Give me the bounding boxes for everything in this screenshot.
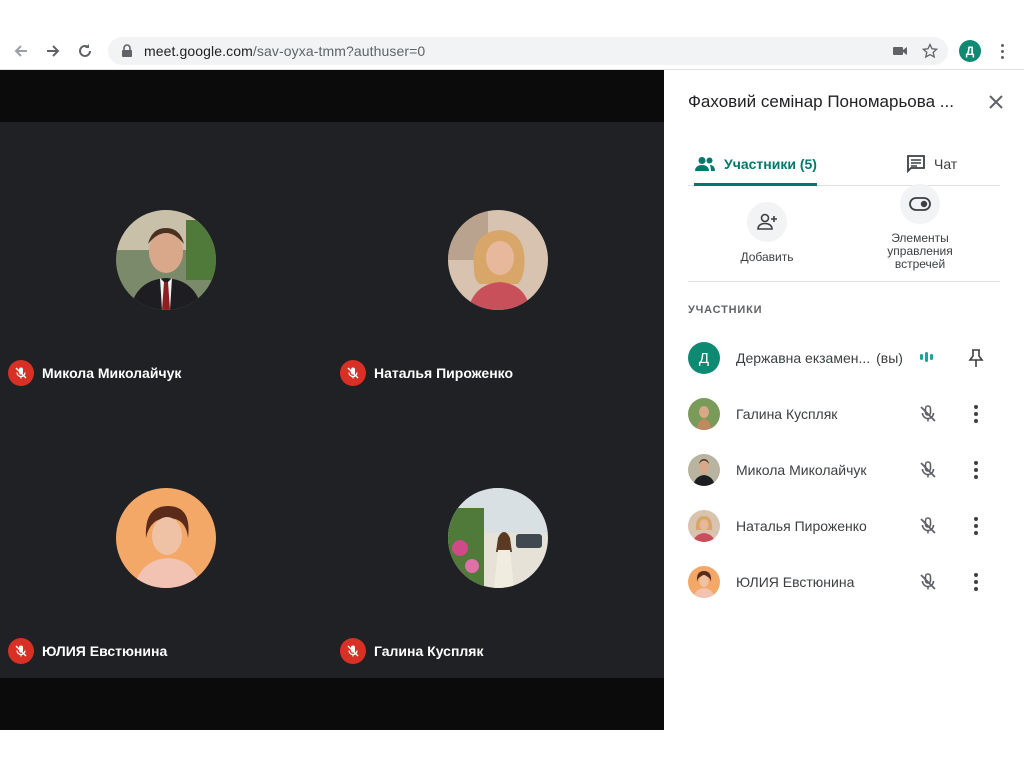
avatar [688,398,720,430]
browser-menu-icon[interactable] [996,40,1008,62]
participant-photo [116,488,216,588]
participant-name: Микола Миколайчук [42,365,182,381]
camera-icon[interactable] [892,43,908,59]
close-icon [989,95,1003,109]
participant-list: Д Державна екзамен... (вы) Галина Куспляк… [688,330,1000,610]
active-tab-indicator [694,183,817,186]
avatar [688,566,720,598]
panel-tabs: Участники (5) Чат [688,142,1000,186]
participant-list-name: Микола Миколайчук [736,462,867,478]
mic-off-icon[interactable] [918,460,938,480]
participant-tile[interactable]: Микола Миколайчук [0,122,332,400]
mic-off-icon[interactable] [918,572,938,592]
participant-name: ЮЛИЯ Евстюнина [42,643,168,659]
tab-participants-label: Участники (5) [724,156,817,172]
pin-icon[interactable] [968,348,984,368]
meeting-title: Фаховий семінар Пономарьова ... [688,92,954,111]
avatar [688,510,720,542]
list-item[interactable]: Галина Куспляк [688,386,1000,442]
mic-off-icon [340,638,366,664]
add-people-label: Добавить [740,250,794,264]
back-icon[interactable] [10,40,32,62]
list-item[interactable]: ЮЛИЯ Евстюнина [688,554,1000,610]
panel-actions: Добавить Элементы управления встречей [688,184,1000,282]
participants-heading: УЧАСТНИКИ [688,304,763,316]
tab-chat-label: Чат [934,156,958,172]
participant-list-name: Галина Куспляк [736,406,838,422]
audio-level-icon [920,352,933,362]
participant-tile[interactable]: Наталья Пироженко [332,122,664,400]
participant-label: Галина Куспляк [340,638,483,664]
tab-participants[interactable]: Участники (5) [694,142,817,186]
participant-list-name: ЮЛИЯ Евстюнина [736,574,855,590]
participant-photo [448,488,548,588]
avatar: Д [688,342,720,374]
address-bar[interactable]: meet.google.com/sav-oyxa-tmm?authuser=0 [108,37,948,65]
participant-list-name: Наталья Пироженко [736,518,867,534]
more-options-icon[interactable] [972,516,980,536]
meeting-controls-label: Элементы управления встречей [887,231,953,271]
participant-list-name: Державна екзамен... (вы) [736,350,903,366]
more-options-icon[interactable] [972,460,980,480]
browser-toolbar: meet.google.com/sav-oyxa-tmm?authuser=0 … [0,0,1024,70]
participant-tile[interactable]: ЮЛИЯ Евстюнина [0,400,332,678]
add-person-icon [757,213,777,230]
participant-tile[interactable]: Галина Куспляк [332,400,664,678]
people-icon [695,157,715,171]
url-text: meet.google.com/sav-oyxa-tmm?authuser=0 [144,43,426,59]
more-options-icon[interactable] [972,572,980,592]
mic-off-icon [8,360,34,386]
mic-off-icon[interactable] [918,404,938,424]
list-item[interactable]: Д Державна екзамен... (вы) [688,330,1000,386]
meeting-controls-button[interactable]: Элементы управления встречей [874,184,966,271]
participant-grid: Микола Миколайчук Наталья Пироженко ЮЛИЯ… [0,122,664,678]
meeting-details-panel: Фаховий семінар Пономарьова ... Участник… [664,70,1024,730]
participant-label: Наталья Пироженко [340,360,513,386]
mic-off-icon [8,638,34,664]
list-item[interactable]: Наталья Пироженко [688,498,1000,554]
bookmark-star-icon[interactable] [922,43,938,59]
participant-photo [448,210,548,310]
lock-icon [122,44,132,57]
participant-name: Галина Куспляк [374,643,484,659]
mic-off-icon[interactable] [918,516,938,536]
chat-icon [907,155,925,173]
list-item[interactable]: Микола Миколайчук [688,442,1000,498]
add-people-button[interactable]: Добавить [732,188,802,264]
forward-icon[interactable] [42,40,64,62]
mic-off-icon [340,360,366,386]
participant-label: Микола Миколайчук [8,360,181,386]
profile-avatar[interactable]: Д [959,40,981,62]
participant-label: ЮЛИЯ Евстюнина [8,638,167,664]
participant-photo [116,210,216,310]
close-panel-button[interactable] [986,92,1006,112]
participant-name: Наталья Пироженко [374,365,514,381]
reload-icon[interactable] [74,40,96,62]
toggle-icon [909,197,931,211]
tab-chat[interactable]: Чат [906,142,957,186]
more-options-icon[interactable] [972,404,980,424]
video-stage: Микола Миколайчук Наталья Пироженко ЮЛИЯ… [0,70,664,730]
avatar [688,454,720,486]
